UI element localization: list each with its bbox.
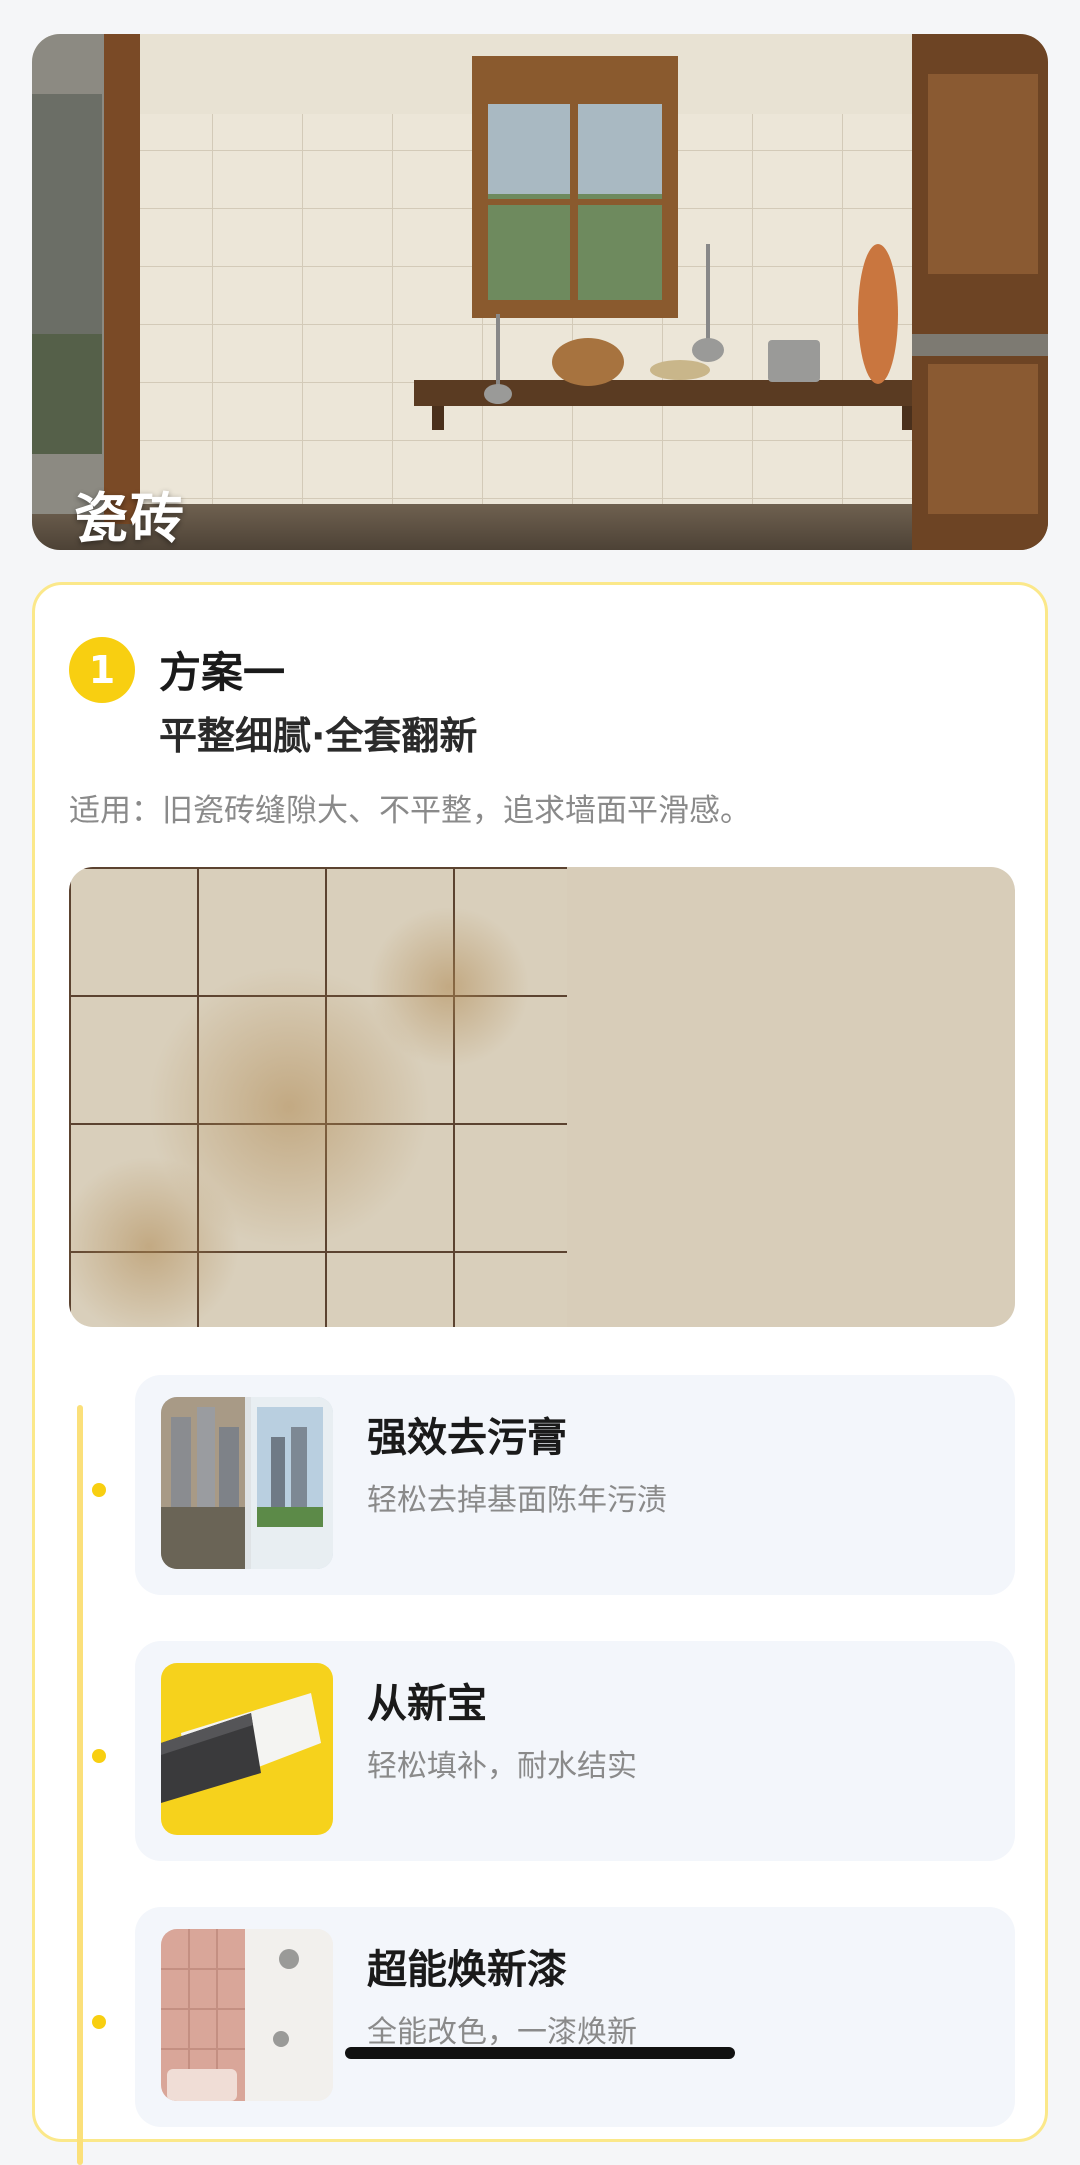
home-indicator[interactable] [345,2047,735,2059]
step-description: 全能改色，一漆焕新 [367,2015,637,2050]
plan-card: 1 方案一 平整细腻·全套翻新 适用：旧瓷砖缝隙大、不平整，追求墙面平滑感。 强… [32,582,1048,2165]
plan-title: 方案一 [159,648,286,697]
step-card-1[interactable]: 强效去污膏 轻松去掉基面陈年污渍 [135,1375,1015,1595]
timeline-dot [92,1749,106,1763]
step-description: 轻松去掉基面陈年污渍 [367,1483,667,1518]
plan-description: 适用：旧瓷砖缝隙大、不平整，追求墙面平滑感。 [69,793,751,829]
step-description: 轻松填补，耐水结实 [367,1749,637,1784]
old-tile-vs-smooth-wall-photo [69,867,1015,1327]
hero-title: 瓷砖 [74,487,186,550]
pink-bathroom-photo [161,1929,333,2101]
hero-image-card[interactable]: 瓷砖 [32,34,1048,550]
step-thumbnail [161,1663,333,1835]
step-card-2[interactable]: 从新宝 轻松填补，耐水结实 [135,1641,1015,1861]
plan-number-badge: 1 [69,637,135,703]
step-title: 强效去污膏 [367,1415,567,1461]
step-thumbnail [161,1929,333,2101]
window-cleaning-photo [161,1397,333,1569]
kitchen-tile-wall-photo [32,34,1048,550]
step-title: 超能焕新漆 [367,1947,567,1993]
timeline-line [77,1405,83,2165]
before-after-image[interactable] [69,867,1015,1327]
timeline-dot [92,1483,106,1497]
putty-knife-photo [161,1663,333,1835]
plan-subtitle: 平整细腻·全套翻新 [159,714,478,758]
step-card-3[interactable]: 超能焕新漆 全能改色，一漆焕新 [135,1907,1015,2127]
step-thumbnail [161,1397,333,1569]
timeline-dot [92,2015,106,2029]
step-title: 从新宝 [367,1681,487,1727]
